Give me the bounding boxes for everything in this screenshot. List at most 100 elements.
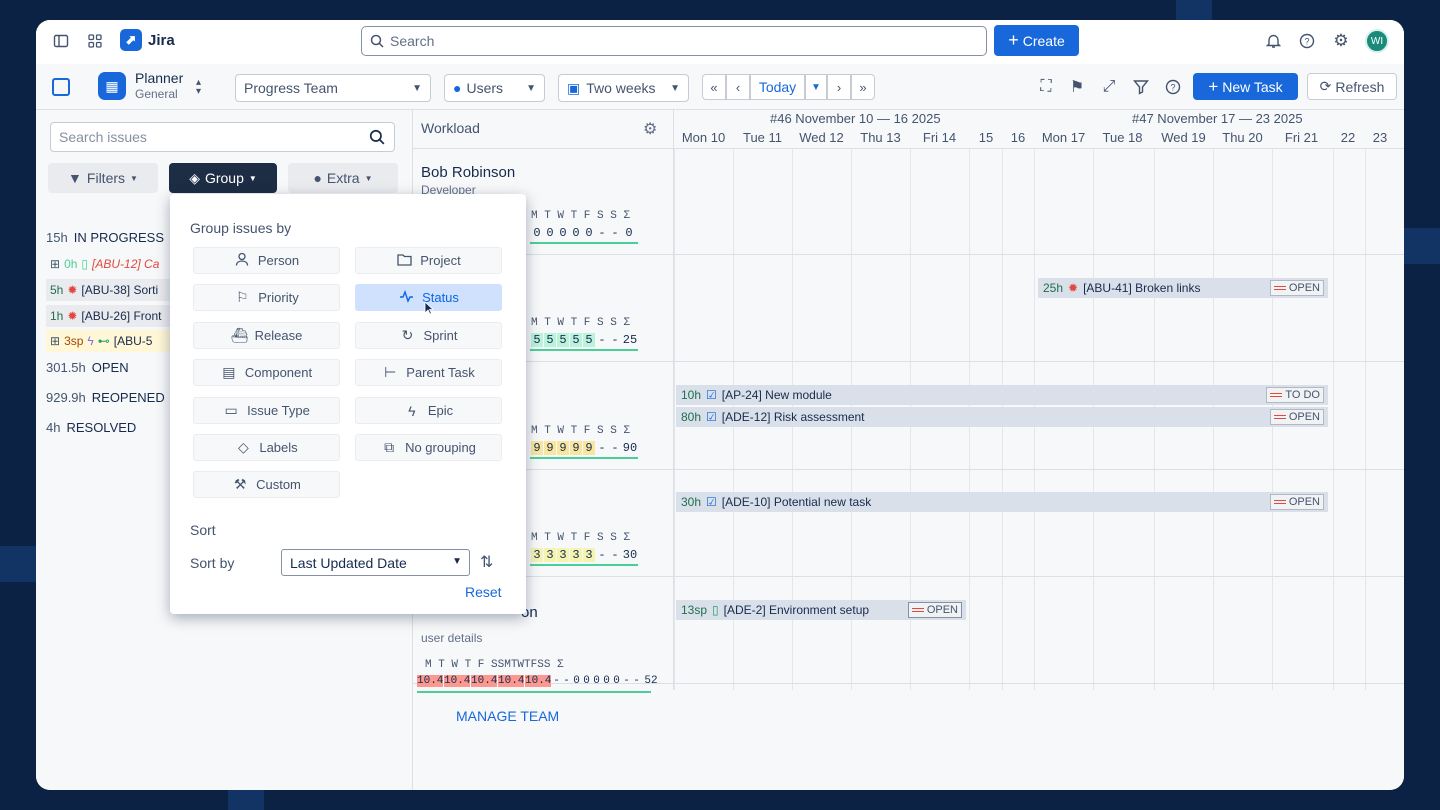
screenshot-icon[interactable]: ⛶ (1036, 77, 1056, 97)
group-option-release[interactable]: ⛴ Release (193, 322, 340, 349)
group-option-parent-task[interactable]: ⊢ Parent Task (355, 359, 502, 386)
day-value: - (553, 675, 560, 687)
group-hours: 301.5h (46, 359, 86, 375)
planner-switch-chevron-icon[interactable]: ▴ ▾ (196, 78, 201, 97)
manage-team-link[interactable]: MANAGE TEAM (456, 708, 559, 724)
refresh-icon: ⟳ (1319, 78, 1332, 94)
day-value: - (598, 333, 606, 347)
user-avatar[interactable]: WI (1365, 29, 1389, 53)
settings-gear-icon[interactable]: ⚙ (1332, 31, 1350, 50)
option-label: No grouping (405, 440, 476, 455)
folder-icon (396, 253, 412, 269)
day-value: 10.4 (471, 675, 498, 687)
day-header: Tue 11 (742, 130, 783, 145)
group-row-open[interactable]: 301.5h OPEN (46, 354, 129, 380)
sort-by-select[interactable]: Last Updated Date ▼ (281, 549, 470, 576)
task-bar[interactable]: 30h ☑ [ADE-10] Potential new task OPEN (676, 492, 1328, 512)
prev-button[interactable]: ‹ (726, 74, 750, 100)
global-search-input[interactable]: Search (361, 26, 987, 56)
app-switcher-icon[interactable] (86, 32, 104, 50)
group-option-priority[interactable]: ⚐ Priority (193, 284, 340, 311)
jira-logo-icon[interactable]: ⬈ (120, 29, 142, 51)
group-by-heading: Group issues by (190, 220, 292, 236)
day-value: 10.4 (498, 675, 525, 687)
day-value: - (611, 226, 619, 240)
users-select-value: Users (466, 80, 504, 96)
help-icon[interactable]: ? (1298, 32, 1316, 50)
new-task-button[interactable]: + New Task (1193, 73, 1298, 100)
chevron-down-icon: ▼ (412, 82, 422, 94)
group-option-epic[interactable]: ϟ Epic (355, 397, 502, 424)
next-period-button[interactable]: » (851, 74, 875, 100)
planner-title[interactable]: Planner (135, 70, 183, 86)
next-button[interactable]: › (827, 74, 851, 100)
day-value: - (623, 675, 630, 687)
group-button[interactable]: ◈ Group ▼ (169, 163, 277, 193)
plus-icon: + (1008, 30, 1019, 50)
group-option-labels[interactable]: ◇ Labels (193, 434, 340, 461)
task-checkbox-icon: ☑ (706, 388, 717, 402)
prev-period-button[interactable]: « (702, 74, 726, 100)
group-option-person[interactable]: Person (193, 247, 340, 274)
help-circle-icon[interactable]: ? (1163, 77, 1183, 97)
day-value: 0 (559, 226, 567, 240)
range-select[interactable]: ▣ Two weeks ▼ (558, 74, 689, 102)
bug-icon: ✹ (1068, 281, 1079, 295)
group-row-reopened[interactable]: 929.9h REOPENED (46, 384, 165, 410)
group-option-issue-type[interactable]: ▭ Issue Type (193, 397, 340, 424)
group-hours: 4h (46, 419, 61, 435)
notifications-bell-icon[interactable] (1264, 32, 1282, 50)
team-select[interactable]: Progress Team ▼ (235, 74, 431, 102)
group-option-sprint[interactable]: ↻ Sprint (355, 322, 502, 349)
fullscreen-icon[interactable]: ⤢ (1099, 77, 1119, 97)
svg-text:?: ? (1304, 37, 1309, 47)
task-checkbox-icon: ☑ (706, 410, 717, 424)
user-icon: ● (453, 80, 462, 96)
more-dots-icon: ● (313, 170, 322, 186)
day-value: 0 (625, 226, 633, 240)
today-dropdown-button[interactable]: ▼ (805, 74, 827, 100)
component-icon: ▤ (222, 364, 236, 380)
sort-direction-icon[interactable]: ⇅ (480, 552, 493, 572)
group-option-no-grouping[interactable]: ⧉ No grouping (355, 434, 502, 461)
ship-icon: ⛴ (230, 327, 249, 343)
group-option-project[interactable]: Project (355, 247, 502, 274)
svg-text:?: ? (1170, 83, 1175, 93)
group-row-resolved[interactable]: 4h RESOLVED (46, 414, 136, 440)
today-button[interactable]: Today (750, 74, 805, 100)
calendar-icon: ▣ (567, 79, 581, 96)
day-value: 30 (622, 548, 638, 562)
filter-icon[interactable] (1131, 77, 1151, 97)
reset-link[interactable]: Reset (465, 584, 502, 600)
day-header: Wed 19 (1161, 130, 1206, 145)
extra-button[interactable]: ● Extra ▼ (288, 163, 398, 193)
task-hours: 25h (1043, 281, 1064, 295)
person-name[interactable]: Bob Robinson (421, 164, 515, 181)
task-bar[interactable]: 10h ☑ [AP-24] New module TO DO (676, 385, 1328, 405)
bug-icon: ✹ (67, 283, 78, 297)
workload-settings-gear-icon[interactable]: ⚙ (643, 119, 657, 139)
task-hours: 30h (681, 495, 702, 509)
task-bar[interactable]: 25h ✹ [ABU-41] Broken links OPEN (1038, 278, 1328, 298)
day-value: 3 (557, 548, 569, 562)
task-bar[interactable]: 80h ☑ [ADE-12] Risk assessment OPEN (676, 407, 1328, 427)
task-bar[interactable]: 13sp ▯ [ADE-2] Environment setup OPEN (676, 600, 966, 620)
day-value: - (611, 333, 619, 347)
refresh-button[interactable]: ⟳ Refresh (1307, 73, 1397, 100)
flag-icon[interactable]: ⚑ (1067, 77, 1087, 97)
users-select[interactable]: ● Users ▼ (444, 74, 545, 102)
group-row-in-progress[interactable]: 15h IN PROGRESS (46, 224, 164, 250)
expand-icon: ⊞ (50, 334, 61, 348)
group-name: OPEN (91, 359, 129, 375)
workload-values: 00000--0 (531, 226, 636, 240)
sidebar-toggle-icon[interactable] (52, 32, 70, 50)
group-option-component[interactable]: ▤ Component (193, 359, 340, 386)
day-value: 9 (570, 441, 582, 455)
group-option-custom[interactable]: ⚒ Custom (193, 471, 340, 498)
filters-button[interactable]: ▼ Filters ▼ (48, 163, 158, 193)
search-issues-input[interactable]: Search issues (50, 122, 395, 152)
create-button[interactable]: + Create (994, 25, 1079, 56)
option-label: Labels (259, 440, 298, 455)
sort-by-label: Sort by (190, 555, 235, 571)
panel-toggle-icon[interactable] (52, 78, 70, 96)
